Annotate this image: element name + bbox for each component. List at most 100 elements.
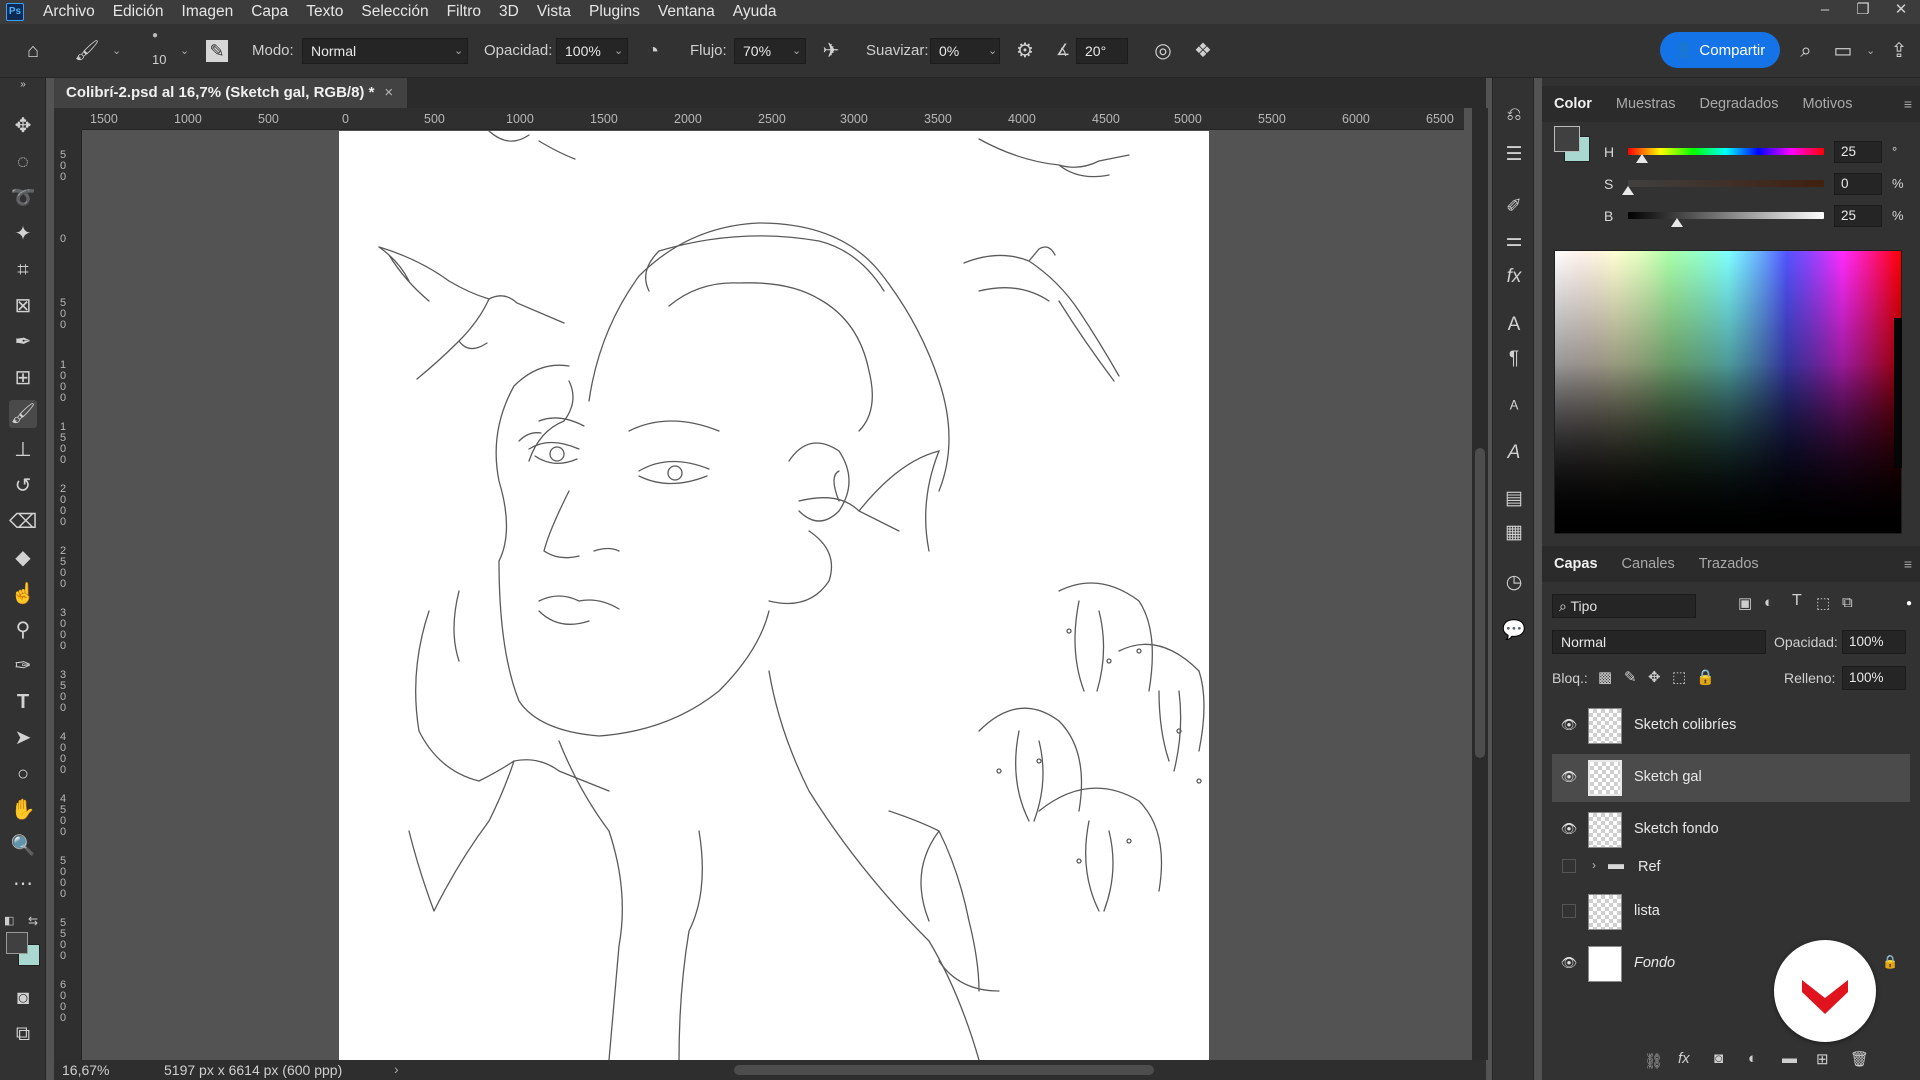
character-styles-icon[interactable]: A xyxy=(1502,440,1526,466)
pressure-size-icon[interactable]: ◎ xyxy=(1150,38,1176,64)
character-panel-icon[interactable]: A xyxy=(1502,312,1526,338)
brush-preset-icon[interactable]: 🖌 xyxy=(74,38,100,64)
close-tab-icon[interactable]: × xyxy=(384,78,393,108)
layer-filter-select[interactable]: ⌕ Tipo xyxy=(1552,594,1696,618)
close-window-button[interactable]: ✕ xyxy=(1882,0,1920,20)
filter-toggle-icon[interactable]: ● xyxy=(1906,598,1912,609)
scrollbar-thumb[interactable] xyxy=(1475,448,1485,758)
new-group-icon[interactable]: ▬ xyxy=(1782,1050,1797,1067)
tab-canales[interactable]: Canales xyxy=(1610,546,1687,582)
foreground-color-swatch[interactable] xyxy=(6,932,28,954)
minimize-button[interactable]: – xyxy=(1806,0,1844,20)
glyphs-panel-icon[interactable]: ᴬ xyxy=(1502,396,1526,422)
paragraph-panel-icon[interactable]: ¶ xyxy=(1502,346,1526,372)
layer-name[interactable]: Ref xyxy=(1638,859,1661,875)
menu-archivo[interactable]: Archivo xyxy=(34,0,104,24)
history-brush-tool-icon[interactable]: ↺ xyxy=(9,472,37,500)
menu-imagen[interactable]: Imagen xyxy=(173,0,243,24)
layer-row[interactable]: 👁 Sketch fondo xyxy=(1552,806,1910,854)
canvas-area[interactable] xyxy=(82,131,1464,1060)
brush-panel-icon[interactable]: ✎ xyxy=(206,40,228,62)
brush-tool-icon[interactable]: 🖌 xyxy=(9,400,37,428)
filter-smart-object-icon[interactable]: ⧉ xyxy=(1842,594,1853,611)
screen-mode-icon[interactable]: ⧉ xyxy=(9,1020,37,1048)
zoom-tool-icon[interactable]: 🔍 xyxy=(9,832,37,860)
tab-degradados[interactable]: Degradados xyxy=(1688,86,1791,122)
airbrush-icon[interactable]: ✈ xyxy=(818,38,844,64)
color-spectrum-picker[interactable] xyxy=(1554,250,1902,534)
menu-ventana[interactable]: Ventana xyxy=(649,0,724,24)
layer-row[interactable]: lista xyxy=(1552,888,1910,936)
share-button[interactable]: 👤 Compartir xyxy=(1660,32,1780,68)
tab-muestras[interactable]: Muestras xyxy=(1604,86,1688,122)
mode-select[interactable]: Normal xyxy=(302,38,468,64)
add-mask-icon[interactable]: ◙ xyxy=(1714,1050,1723,1067)
menu-3d[interactable]: 3D xyxy=(490,0,528,24)
hue-slider[interactable]: H 25 ° xyxy=(1604,141,1904,164)
adjustments-panel-icon[interactable]: ☰ xyxy=(1502,142,1526,168)
path-selection-tool-icon[interactable]: ➤ xyxy=(9,724,37,752)
hand-tool-icon[interactable]: ✋ xyxy=(9,796,37,824)
saturation-knob[interactable] xyxy=(1622,186,1634,195)
tab-trazados[interactable]: Trazados xyxy=(1687,546,1771,582)
fill-input[interactable]: 100% xyxy=(1842,666,1906,690)
tab-motivos[interactable]: Motivos xyxy=(1791,86,1865,122)
layer-name[interactable]: Sketch colibríes xyxy=(1634,717,1736,733)
layer-opacity-input[interactable]: 100% xyxy=(1842,630,1906,654)
delete-layer-icon[interactable]: 🗑 xyxy=(1850,1050,1869,1068)
eyedropper-tool-icon[interactable]: ✒ xyxy=(9,328,37,356)
visibility-toggle[interactable] xyxy=(1562,859,1576,873)
link-layers-icon[interactable]: ⛓ xyxy=(1644,1052,1663,1070)
clone-stamp-tool-icon[interactable]: ⊥ xyxy=(9,436,37,464)
new-layer-icon[interactable]: ⊞ xyxy=(1816,1050,1829,1068)
panel-menu-icon[interactable]: ≡ xyxy=(1904,556,1912,572)
angle-input[interactable]: 20° xyxy=(1076,38,1128,64)
chevron-down-icon[interactable]: ⌄ xyxy=(112,44,121,57)
brightness-slider[interactable]: B 25 % xyxy=(1604,205,1904,228)
chevron-down-icon[interactable]: ⌄ xyxy=(1866,44,1875,57)
menu-plugins[interactable]: Plugins xyxy=(580,0,649,24)
lasso-tool-icon[interactable]: ➰ xyxy=(9,184,37,212)
paint-bucket-tool-icon[interactable]: ◆ xyxy=(9,544,37,572)
chevron-down-icon[interactable]: ⌄ xyxy=(614,44,623,57)
restore-button[interactable]: ❐ xyxy=(1844,0,1882,20)
tab-capas[interactable]: Capas xyxy=(1542,546,1610,582)
hue-track[interactable] xyxy=(1628,148,1824,155)
menu-seleccion[interactable]: Selección xyxy=(352,0,437,24)
document-canvas[interactable] xyxy=(339,131,1209,1060)
blend-mode-select[interactable]: Normal xyxy=(1552,630,1766,654)
panel-menu-icon[interactable]: ≡ xyxy=(1904,96,1912,112)
layer-name[interactable]: Sketch fondo xyxy=(1634,821,1719,837)
pressure-opacity-icon[interactable]: ◔ xyxy=(640,38,666,64)
layer-name[interactable]: Fondo xyxy=(1634,955,1675,971)
chevron-down-icon[interactable]: ⌄ xyxy=(988,44,997,57)
expand-icon[interactable]: » xyxy=(9,78,37,92)
search-icon[interactable]: ⌕ xyxy=(1793,38,1819,64)
frame-tool-icon[interactable]: ⊠ xyxy=(9,292,37,320)
menu-ayuda[interactable]: Ayuda xyxy=(724,0,786,24)
history-panel-icon[interactable]: ⎌ xyxy=(1502,102,1526,128)
brush-settings-icon[interactable]: ⚌ xyxy=(1502,228,1526,254)
quick-mask-icon[interactable]: ◙ xyxy=(9,984,37,1012)
saturation-slider[interactable]: S 0 % xyxy=(1604,173,1904,196)
menu-vista[interactable]: Vista xyxy=(528,0,580,24)
saturation-track[interactable] xyxy=(1628,180,1824,187)
brightness-knob[interactable] xyxy=(1671,218,1683,227)
layer-name[interactable]: Sketch gal xyxy=(1634,769,1702,785)
history-clock-icon[interactable]: ◷ xyxy=(1502,570,1526,596)
pen-tool-icon[interactable]: ✑ xyxy=(9,652,37,680)
horizontal-scrollbar-thumb[interactable] xyxy=(734,1065,1154,1075)
menu-filtro[interactable]: Filtro xyxy=(438,0,490,24)
add-style-fx-icon[interactable]: fx xyxy=(1678,1050,1690,1067)
lock-artboard-icon[interactable]: ⬚ xyxy=(1672,668,1686,686)
layer-name[interactable]: lista xyxy=(1634,903,1660,919)
menu-edicion[interactable]: Edición xyxy=(104,0,173,24)
comments-panel-icon[interactable]: 💬 xyxy=(1502,618,1526,644)
ellipse-tool-icon[interactable]: ○ xyxy=(9,760,37,788)
styles-fx-icon[interactable]: fx xyxy=(1502,264,1526,290)
chevron-right-icon[interactable]: › xyxy=(1592,858,1596,872)
document-tab[interactable]: Colibrí-2.psd al 16,7% (Sketch gal, RGB/… xyxy=(54,78,408,108)
vertical-scrollbar[interactable] xyxy=(1472,108,1488,1060)
type-tool-icon[interactable]: T xyxy=(9,688,37,716)
lock-pixels-icon[interactable]: ✎ xyxy=(1624,668,1637,686)
